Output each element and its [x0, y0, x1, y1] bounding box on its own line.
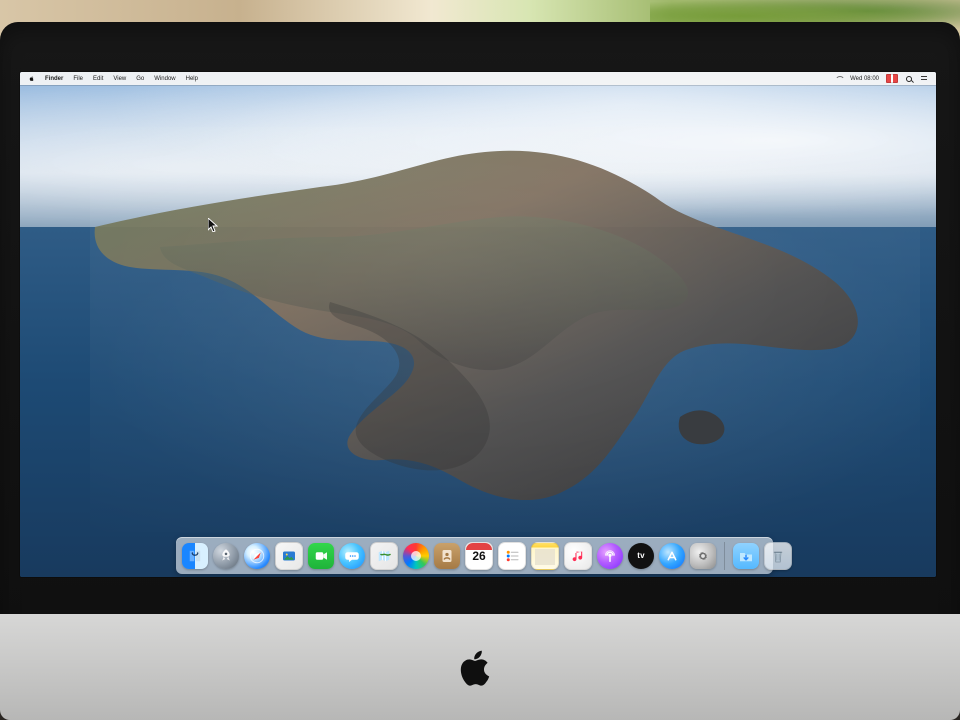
music-icon[interactable]: [564, 541, 592, 570]
desktop-screen: Finder File Edit View Go Window Help Wed…: [20, 72, 936, 577]
menu-edit[interactable]: Edit: [93, 76, 103, 82]
photos-icon[interactable]: [403, 542, 429, 569]
calendar-day: 26: [472, 548, 486, 563]
downloads-folder-icon[interactable]: [733, 542, 759, 569]
menu-bar-right: Wed 08:00: [835, 74, 936, 83]
wifi-icon[interactable]: [835, 75, 843, 83]
apple-logo-icon: [460, 650, 490, 686]
menu-file[interactable]: File: [73, 76, 83, 82]
trash-icon[interactable]: [764, 541, 792, 570]
photos-icon-center: [411, 550, 421, 561]
facetime-icon[interactable]: [308, 542, 334, 569]
wallpaper-island: [90, 127, 920, 532]
calendar-icon[interactable]: 26: [465, 541, 493, 570]
clock[interactable]: Wed 08:00: [850, 76, 879, 82]
menu-view[interactable]: View: [113, 76, 126, 82]
dock-separator: [724, 541, 725, 570]
launchpad-icon[interactable]: [213, 542, 239, 569]
apple-tv-icon-text: tv: [637, 550, 645, 560]
notification-center-icon[interactable]: [920, 75, 928, 83]
dock: 26 tv: [176, 537, 792, 574]
reminders-icon[interactable]: [498, 541, 526, 570]
menu-window[interactable]: Window: [154, 76, 175, 82]
messages-icon[interactable]: [339, 542, 365, 569]
photo-preview-icon[interactable]: [275, 541, 303, 570]
system-preferences-icon[interactable]: [690, 542, 716, 569]
maps-icon[interactable]: [370, 541, 398, 570]
menu-go[interactable]: Go: [136, 76, 144, 82]
language-flag-icon[interactable]: [886, 74, 898, 83]
dock-items: 26 tv: [182, 541, 792, 570]
search-icon[interactable]: [905, 75, 913, 83]
menu-app-name[interactable]: Finder: [45, 76, 63, 82]
finder-icon[interactable]: [182, 542, 208, 569]
menu-help[interactable]: Help: [186, 76, 198, 82]
menu-bar: Finder File Edit View Go Window Help Wed…: [20, 72, 936, 85]
safari-icon[interactable]: [244, 542, 270, 569]
contacts-icon[interactable]: [434, 542, 460, 569]
mouse-pointer-icon: [208, 218, 218, 232]
app-store-icon[interactable]: [659, 542, 685, 569]
podcasts-icon[interactable]: [597, 542, 623, 569]
notes-icon[interactable]: [531, 541, 559, 570]
apple-icon[interactable]: [28, 75, 35, 82]
notes-lines: [535, 548, 555, 565]
menu-bar-left: Finder File Edit View Go Window Help: [20, 75, 198, 82]
apple-tv-icon[interactable]: tv: [628, 542, 654, 569]
